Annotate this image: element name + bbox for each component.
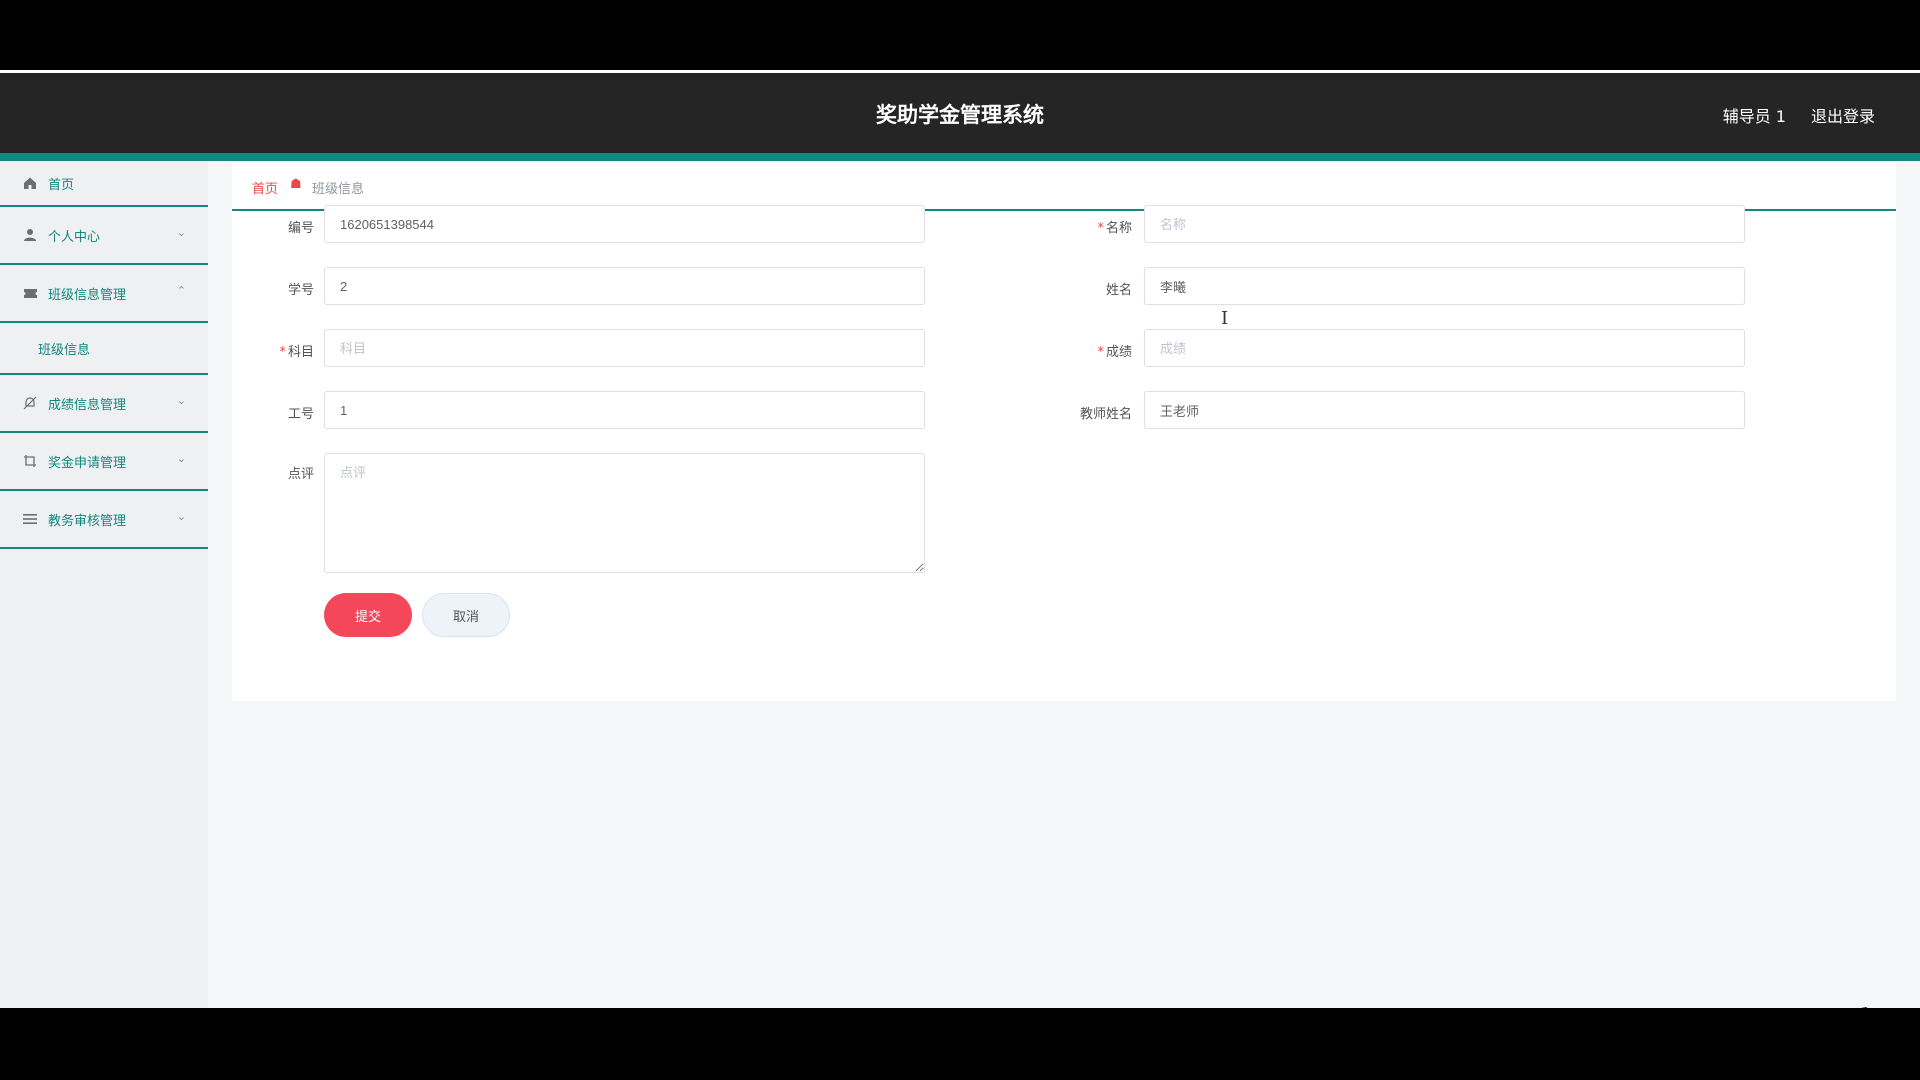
sidebar-item-home[interactable]: 首页 — [0, 161, 208, 207]
ticket-icon — [22, 285, 38, 301]
gonghao-input[interactable] — [324, 391, 925, 429]
mingcheng-input[interactable] — [1144, 205, 1745, 243]
chevron-down-icon: ⌄ — [176, 226, 186, 239]
chevron-down-icon: ⌄ — [176, 510, 186, 523]
home-icon — [22, 175, 38, 191]
main-panel: 首页 ☗ 班级信息 编号 学号 *科目 工号 点评 提交 取消 *名称 姓名 *… — [232, 163, 1896, 701]
sidebar-item-profile[interactable]: 个人中心 ⌄ — [0, 207, 208, 265]
logout-link[interactable]: 退出登录 — [1811, 103, 1875, 127]
bianhao-input[interactable] — [324, 205, 925, 243]
sidebar-item-grades[interactable]: 成绩信息管理 ⌄ — [0, 375, 208, 433]
kemu-label: * 科目 — [279, 345, 314, 360]
kemu-input[interactable] — [324, 329, 925, 367]
sidebar-item-review[interactable]: 教务审核管理 ⌄ — [0, 491, 208, 549]
crop-icon — [22, 453, 38, 469]
sidebar-item-label: 个人中心 — [48, 229, 101, 245]
gonghao-label: 工号 — [287, 407, 314, 422]
top-header: 奖助学金管理系统 辅导员 1 退出登录 — [0, 73, 1920, 161]
dianping-label: 点评 — [287, 467, 314, 482]
xingming-input[interactable] — [1144, 267, 1745, 305]
chengji-label: * 成绩 — [1097, 345, 1132, 360]
sidebar: 首页 个人中心 ⌄ 班级信息管理 ⌃ 班级信息 成绩信息管理 ⌄ 奖金申请管理 … — [0, 161, 208, 1008]
breadcrumb-current: 班级信息 — [312, 182, 365, 197]
top-border-line — [0, 70, 1920, 73]
jiaoshi-input[interactable] — [1144, 391, 1745, 429]
jiaoshi-label: 教师姓名 — [1079, 407, 1132, 422]
menu-icon — [22, 511, 38, 527]
text-cursor-icon: I — [1221, 308, 1229, 329]
app-screen: 奖助学金管理系统 辅导员 1 退出登录 首页 个人中心 ⌄ 班级信息管理 ⌃ 班… — [0, 70, 1920, 1008]
bell-off-icon — [22, 395, 38, 411]
sidebar-item-bonus[interactable]: 奖金申请管理 ⌄ — [0, 433, 208, 491]
bottom-bar — [0, 1008, 1920, 1080]
sidebar-item-label: 教务审核管理 — [48, 513, 127, 529]
sidebar-item-label: 奖金申请管理 — [48, 455, 127, 471]
sidebar-item-label: 班级信息管理 — [48, 287, 127, 303]
current-user: 辅导员 1 — [1722, 107, 1786, 126]
dianping-textarea[interactable] — [324, 453, 925, 573]
chengji-input[interactable] — [1144, 329, 1745, 367]
home-icon: ☗ — [290, 177, 302, 192]
app-title: 奖助学金管理系统 — [876, 103, 1044, 127]
breadcrumb: 首页 ☗ 班级信息 — [232, 163, 1896, 211]
sidebar-item-class-info[interactable]: 班级信息管理 ⌃ — [0, 265, 208, 323]
xuehao-label: 学号 — [287, 283, 314, 298]
xuehao-input[interactable] — [324, 267, 925, 305]
chevron-up-icon: ⌃ — [176, 284, 186, 297]
submit-button[interactable]: 提交 — [324, 593, 412, 637]
xingming-label: 姓名 — [1105, 283, 1132, 298]
sidebar-item-label: 首页 — [48, 177, 75, 193]
sidebar-item-label: 成绩信息管理 — [48, 397, 127, 413]
chevron-down-icon: ⌄ — [176, 452, 186, 465]
breadcrumb-home[interactable]: 首页 — [252, 178, 278, 197]
cancel-button[interactable]: 取消 — [422, 593, 510, 637]
user-icon — [22, 227, 38, 243]
mingcheng-label: * 名称 — [1097, 221, 1132, 236]
chevron-down-icon: ⌄ — [176, 394, 186, 407]
sidebar-subitem-class-info[interactable]: 班级信息 — [0, 323, 208, 375]
bianhao-label: 编号 — [287, 221, 314, 236]
